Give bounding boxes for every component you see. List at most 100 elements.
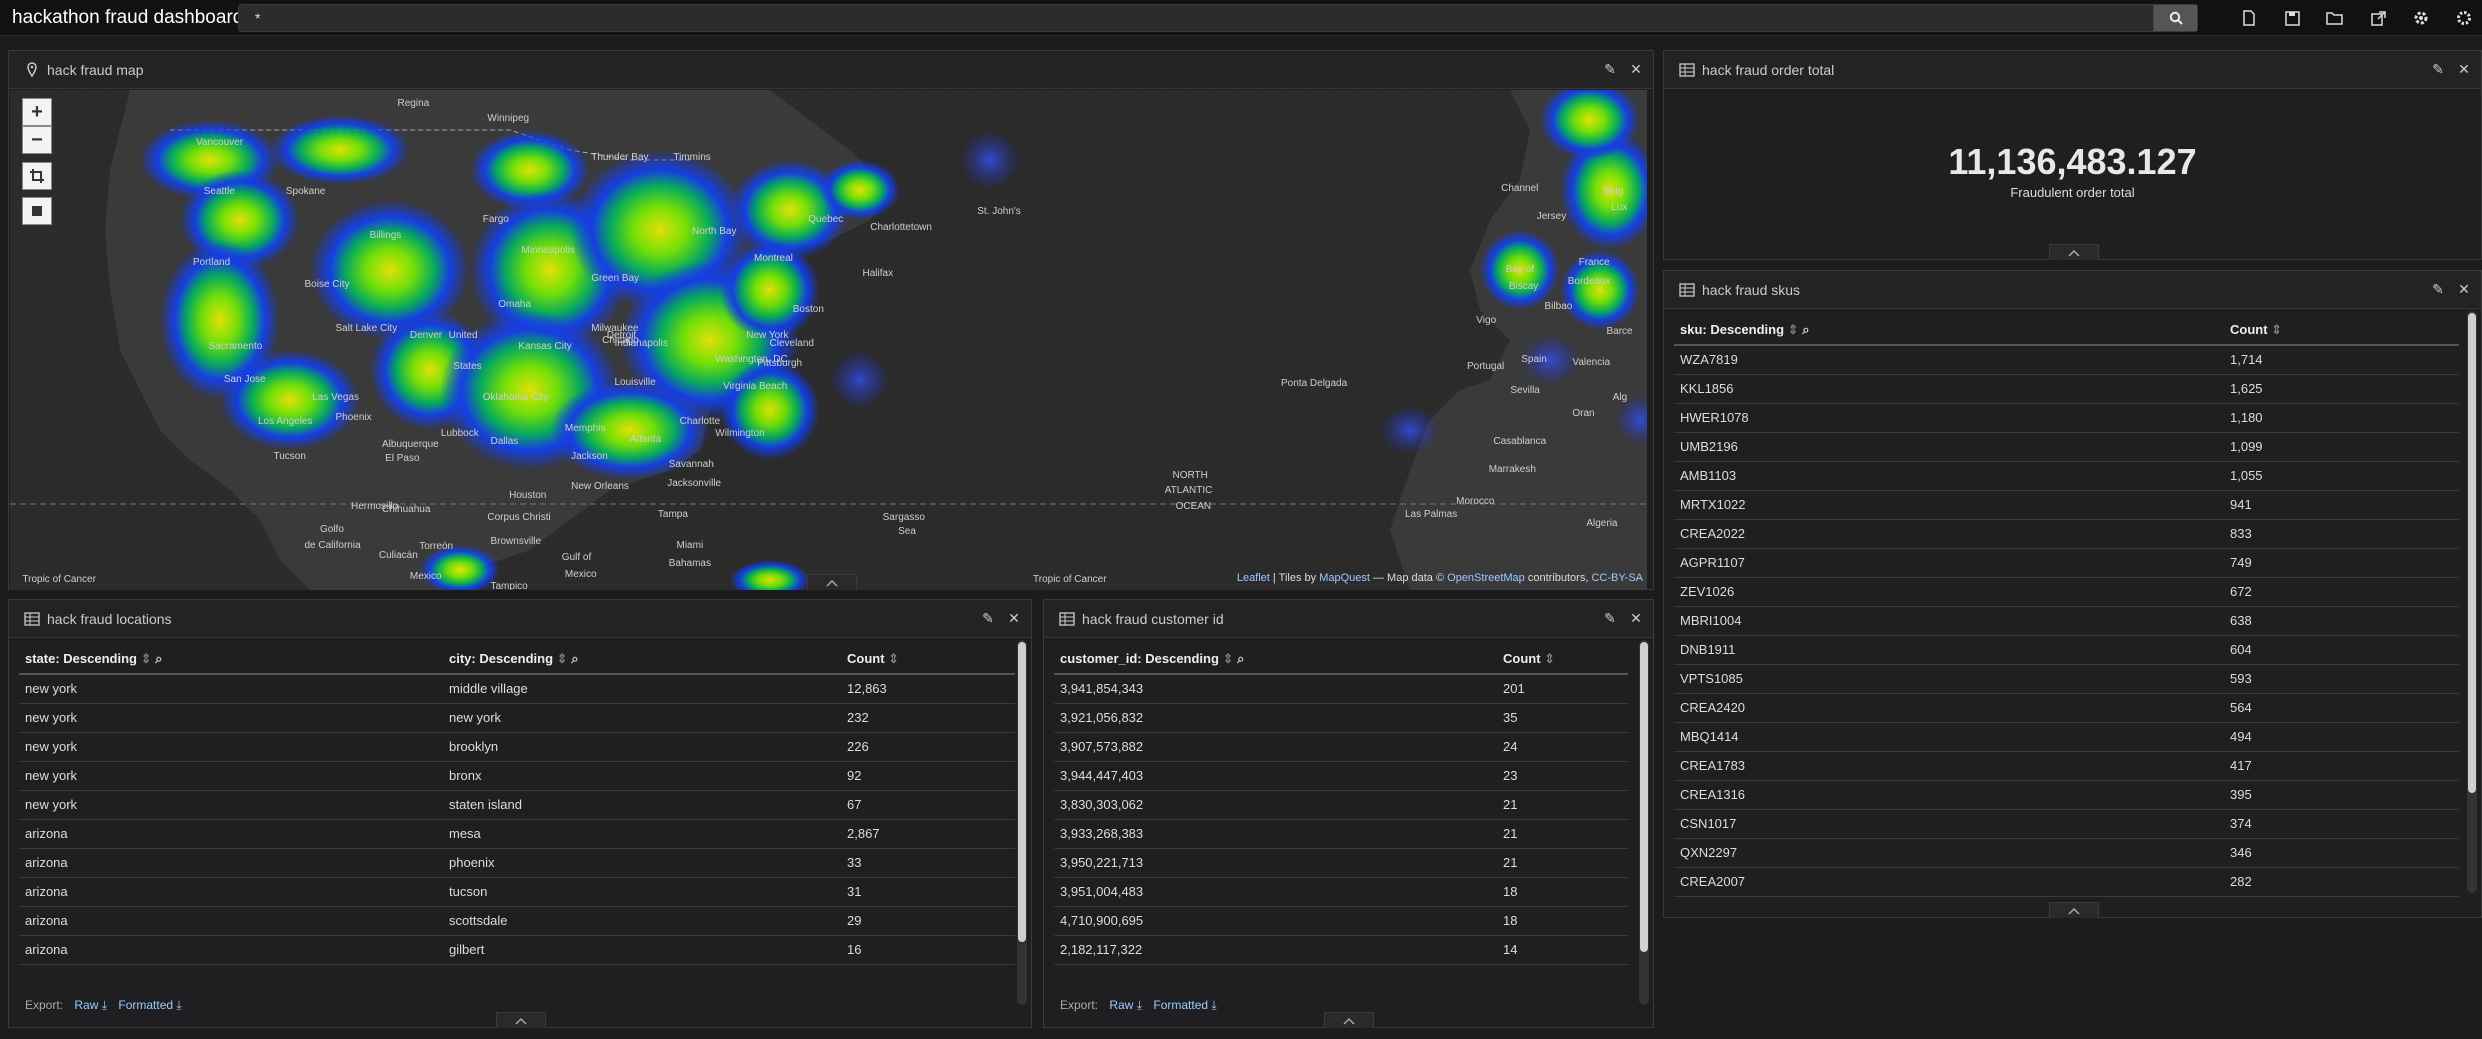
map-label: Memphis (564, 423, 606, 435)
table-row: new york new york 232 (19, 703, 1015, 733)
load-button[interactable] (2323, 6, 2347, 30)
table-cell: KKL1856 (1674, 374, 2224, 404)
map-label: Algeria (1586, 517, 1618, 529)
close-icon[interactable]: ✕ (1629, 610, 1643, 626)
map-label: Barce (1606, 325, 1633, 337)
column-header-state[interactable]: state: Descending ⇕ ⌕ (19, 644, 443, 675)
new-dashboard-button[interactable] (2237, 6, 2261, 30)
map-label: States (453, 361, 482, 373)
edit-icon[interactable]: ✎ (2431, 61, 2445, 77)
table-cell: 749 (2224, 548, 2459, 578)
locations-scroll-thumb[interactable] (1018, 642, 1026, 942)
save-button[interactable] (2280, 6, 2304, 30)
edit-icon[interactable]: ✎ (1603, 61, 1617, 77)
skus-scrollbar[interactable] (2467, 311, 2477, 893)
edit-icon[interactable]: ✎ (981, 610, 995, 626)
map-label: Omaha (498, 299, 532, 311)
column-header-count[interactable]: Count ⇕ (1497, 644, 1628, 675)
table-header-row: state: Descending ⇕ ⌕ city: Descending ⇕… (19, 644, 1015, 675)
export-formatted-link[interactable]: Formatted (118, 998, 173, 1012)
map-label: Oran (1572, 407, 1595, 419)
map-label: St. John's (977, 206, 1021, 218)
table-row: CREA1316 395 (1674, 780, 2459, 810)
edit-icon[interactable]: ✎ (2431, 281, 2445, 297)
export-label: Export: (1060, 998, 1099, 1012)
edit-icon[interactable]: ✎ (1603, 610, 1617, 626)
column-header-sku[interactable]: sku: Descending ⇕ ⌕ (1674, 315, 2224, 346)
close-icon[interactable]: ✕ (2457, 281, 2471, 297)
search-button[interactable] (2153, 5, 2197, 31)
share-button[interactable] (2366, 6, 2390, 30)
table-row: new york middle village 12,863 (19, 674, 1015, 704)
collapse-order-total-button[interactable] (2049, 244, 2099, 260)
settings-button[interactable] (2409, 6, 2433, 30)
heat-map[interactable]: + − Vancouver Seattle Portland Regina Winnip… (10, 90, 1647, 590)
locations-table-wrap: state: Descending ⇕ ⌕ city: Descending ⇕… (19, 644, 1015, 965)
table-cell: mesa (443, 819, 841, 849)
map-label: Marrakesh (1488, 463, 1536, 475)
table-row: 3,951,004,483 18 (1054, 877, 1628, 907)
column-header-city[interactable]: city: Descending ⇕ ⌕ (443, 644, 841, 675)
map-label: Louisville (614, 376, 656, 388)
export-formatted-link[interactable]: Formatted (1153, 998, 1208, 1012)
collapse-skus-button[interactable] (2049, 902, 2099, 918)
map-label: Pittsburgh (757, 358, 803, 370)
customer-scrollbar[interactable] (1639, 640, 1649, 1005)
search-input[interactable] (239, 5, 2154, 31)
skus-table-body: WZA7819 1,714 KKL1856 1,625 HWER1078 1,180 UMB… (1674, 345, 2459, 897)
map-label: Jacksonville (667, 477, 722, 489)
table-row: UMB2196 1,099 (1674, 432, 2459, 462)
table-cell: arizona (19, 935, 443, 965)
map-label: Bay of (1505, 263, 1535, 275)
map-label: OCEAN (1175, 500, 1212, 512)
config-button[interactable] (2452, 6, 2476, 30)
map-label: Wilmington (715, 427, 765, 439)
table-cell: brooklyn (443, 732, 841, 762)
skus-table: sku: Descending ⇕ ⌕ Count ⇕ WZA7819 1,714… (1674, 315, 2459, 897)
export-raw-link[interactable]: Raw (1109, 998, 1133, 1012)
table-row: 4,710,900,695 18 (1054, 906, 1628, 936)
save-icon (2284, 10, 2300, 26)
osm-link[interactable]: OpenStreetMap (1447, 572, 1525, 584)
mapquest-link[interactable]: MapQuest (1319, 572, 1370, 584)
table-cell: new york (19, 732, 443, 762)
locations-scrollbar[interactable] (1017, 640, 1027, 1005)
leaflet-link[interactable]: Leaflet (1237, 572, 1270, 584)
collapse-customer-button[interactable] (1324, 1012, 1374, 1028)
download-icon: ⤓ (173, 998, 182, 1012)
map-label: Montreal (754, 252, 793, 264)
collapse-map-button[interactable] (807, 574, 857, 590)
table-cell: CSN1017 (1674, 809, 2224, 839)
column-header-count[interactable]: Count ⇕ (841, 644, 1015, 675)
column-header-customer-id[interactable]: customer_id: Descending ⇕ ⌕ (1054, 644, 1497, 675)
customer-scroll-thumb[interactable] (1640, 642, 1648, 952)
table-cell: new york (19, 790, 443, 820)
map-label: Sargasso (882, 511, 925, 523)
chevron-up-icon (2068, 907, 2080, 915)
table-cell: HWER1078 (1674, 403, 2224, 433)
map-label: Las Vegas (312, 392, 359, 404)
customer-export: Export: Raw ⤓ Formatted ⤓ (1060, 998, 1217, 1013)
column-header-count[interactable]: Count ⇕ (2224, 315, 2459, 346)
search-bar (238, 4, 2198, 32)
map-label: Las Palmas (1405, 508, 1458, 520)
map-label: Torreón (419, 541, 454, 553)
search-icon (2169, 11, 2183, 25)
table-row: ZEV1026 672 (1674, 577, 2459, 607)
close-icon[interactable]: ✕ (2457, 61, 2471, 77)
map-label: Mexico (564, 568, 597, 580)
locations-table-body: new york middle village 12,863 new york new … (19, 674, 1015, 965)
skus-scroll-thumb[interactable] (2468, 313, 2476, 793)
collapse-locations-button[interactable] (496, 1012, 546, 1028)
table-cell: 29 (841, 906, 1015, 936)
table-row: arizona scottsdale 29 (19, 906, 1015, 936)
close-icon[interactable]: ✕ (1629, 61, 1643, 77)
table-cell: MBRI1004 (1674, 606, 2224, 636)
close-icon[interactable]: ✕ (1007, 610, 1021, 626)
panel-tools: ✎ ✕ (1603, 61, 1643, 77)
table-cell: 232 (841, 703, 1015, 733)
export-raw-link[interactable]: Raw (74, 998, 98, 1012)
search-icon: ⌕ (155, 650, 163, 666)
table-cell: CREA2007 (1674, 867, 2224, 897)
license-link[interactable]: CC-BY-SA (1591, 572, 1643, 584)
